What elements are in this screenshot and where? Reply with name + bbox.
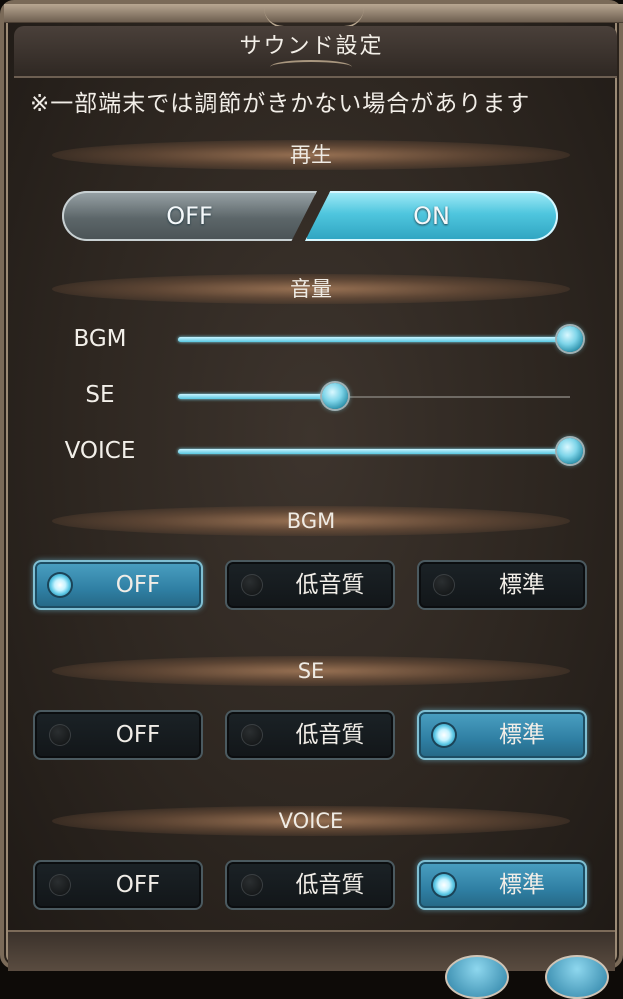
- radio-dot-icon: [241, 724, 263, 746]
- radio-dot-icon: [433, 724, 455, 746]
- voice-volume-thumb[interactable]: [557, 438, 583, 464]
- panel-bottom-frame: [8, 930, 615, 971]
- section-header-volume: 音量: [52, 274, 570, 304]
- bgm-volume-fill: [178, 337, 570, 342]
- se-option-off[interactable]: OFF: [33, 710, 203, 760]
- voice-option-low[interactable]: 低音質: [225, 860, 395, 910]
- bgm-option-low[interactable]: 低音質: [225, 560, 395, 610]
- section-header-se: SE: [52, 656, 570, 686]
- option-label: OFF: [115, 872, 161, 898]
- bgm-option-off[interactable]: OFF: [33, 560, 203, 610]
- voice-option-standard[interactable]: 標準: [417, 860, 587, 910]
- radio-dot-icon: [433, 874, 455, 896]
- bottom-button-right[interactable]: [545, 955, 609, 999]
- option-label: OFF: [115, 572, 161, 598]
- voice-volume-label: VOICE: [64, 438, 136, 464]
- playback-on-button[interactable]: ON: [305, 191, 558, 241]
- section-header-bgm: BGM: [52, 506, 570, 536]
- device-note: ※一部端末では調節がきかない場合があります: [30, 91, 531, 117]
- title-ornament: [270, 60, 352, 74]
- top-ornament: [264, 8, 364, 28]
- option-label: 標準: [499, 722, 545, 748]
- option-label: 標準: [499, 872, 545, 898]
- section-header-voice: VOICE: [52, 806, 570, 836]
- se-volume-slider[interactable]: [178, 383, 570, 409]
- option-label: 低音質: [295, 872, 365, 898]
- radio-dot-icon: [433, 574, 455, 596]
- bgm-volume-label: BGM: [73, 326, 127, 352]
- playback-on-label: ON: [413, 202, 450, 230]
- voice-option-off[interactable]: OFF: [33, 860, 203, 910]
- bgm-volume-slider[interactable]: [178, 326, 583, 352]
- bgm-option-standard[interactable]: 標準: [417, 560, 587, 610]
- radio-dot-icon: [49, 574, 71, 596]
- bottom-button-left[interactable]: [445, 955, 509, 999]
- radio-dot-icon: [49, 724, 71, 746]
- page-title: サウンド設定: [239, 34, 384, 59]
- playback-off-button[interactable]: OFF: [62, 191, 317, 241]
- option-label: 低音質: [295, 572, 365, 598]
- radio-dot-icon: [241, 874, 263, 896]
- voice-volume-slider[interactable]: [178, 438, 583, 464]
- option-label: OFF: [115, 722, 161, 748]
- section-header-playback: 再生: [52, 140, 570, 170]
- bgm-volume-thumb[interactable]: [557, 326, 583, 352]
- se-option-standard[interactable]: 標準: [417, 710, 587, 760]
- radio-dot-icon: [49, 874, 71, 896]
- option-label: 低音質: [295, 722, 365, 748]
- se-volume-fill: [178, 394, 335, 399]
- voice-volume-fill: [178, 449, 570, 454]
- radio-dot-icon: [241, 574, 263, 596]
- se-volume-label: SE: [85, 382, 115, 408]
- se-volume-thumb[interactable]: [321, 383, 348, 409]
- se-option-low[interactable]: 低音質: [225, 710, 395, 760]
- option-label: 標準: [499, 572, 545, 598]
- playback-off-label: OFF: [166, 202, 213, 230]
